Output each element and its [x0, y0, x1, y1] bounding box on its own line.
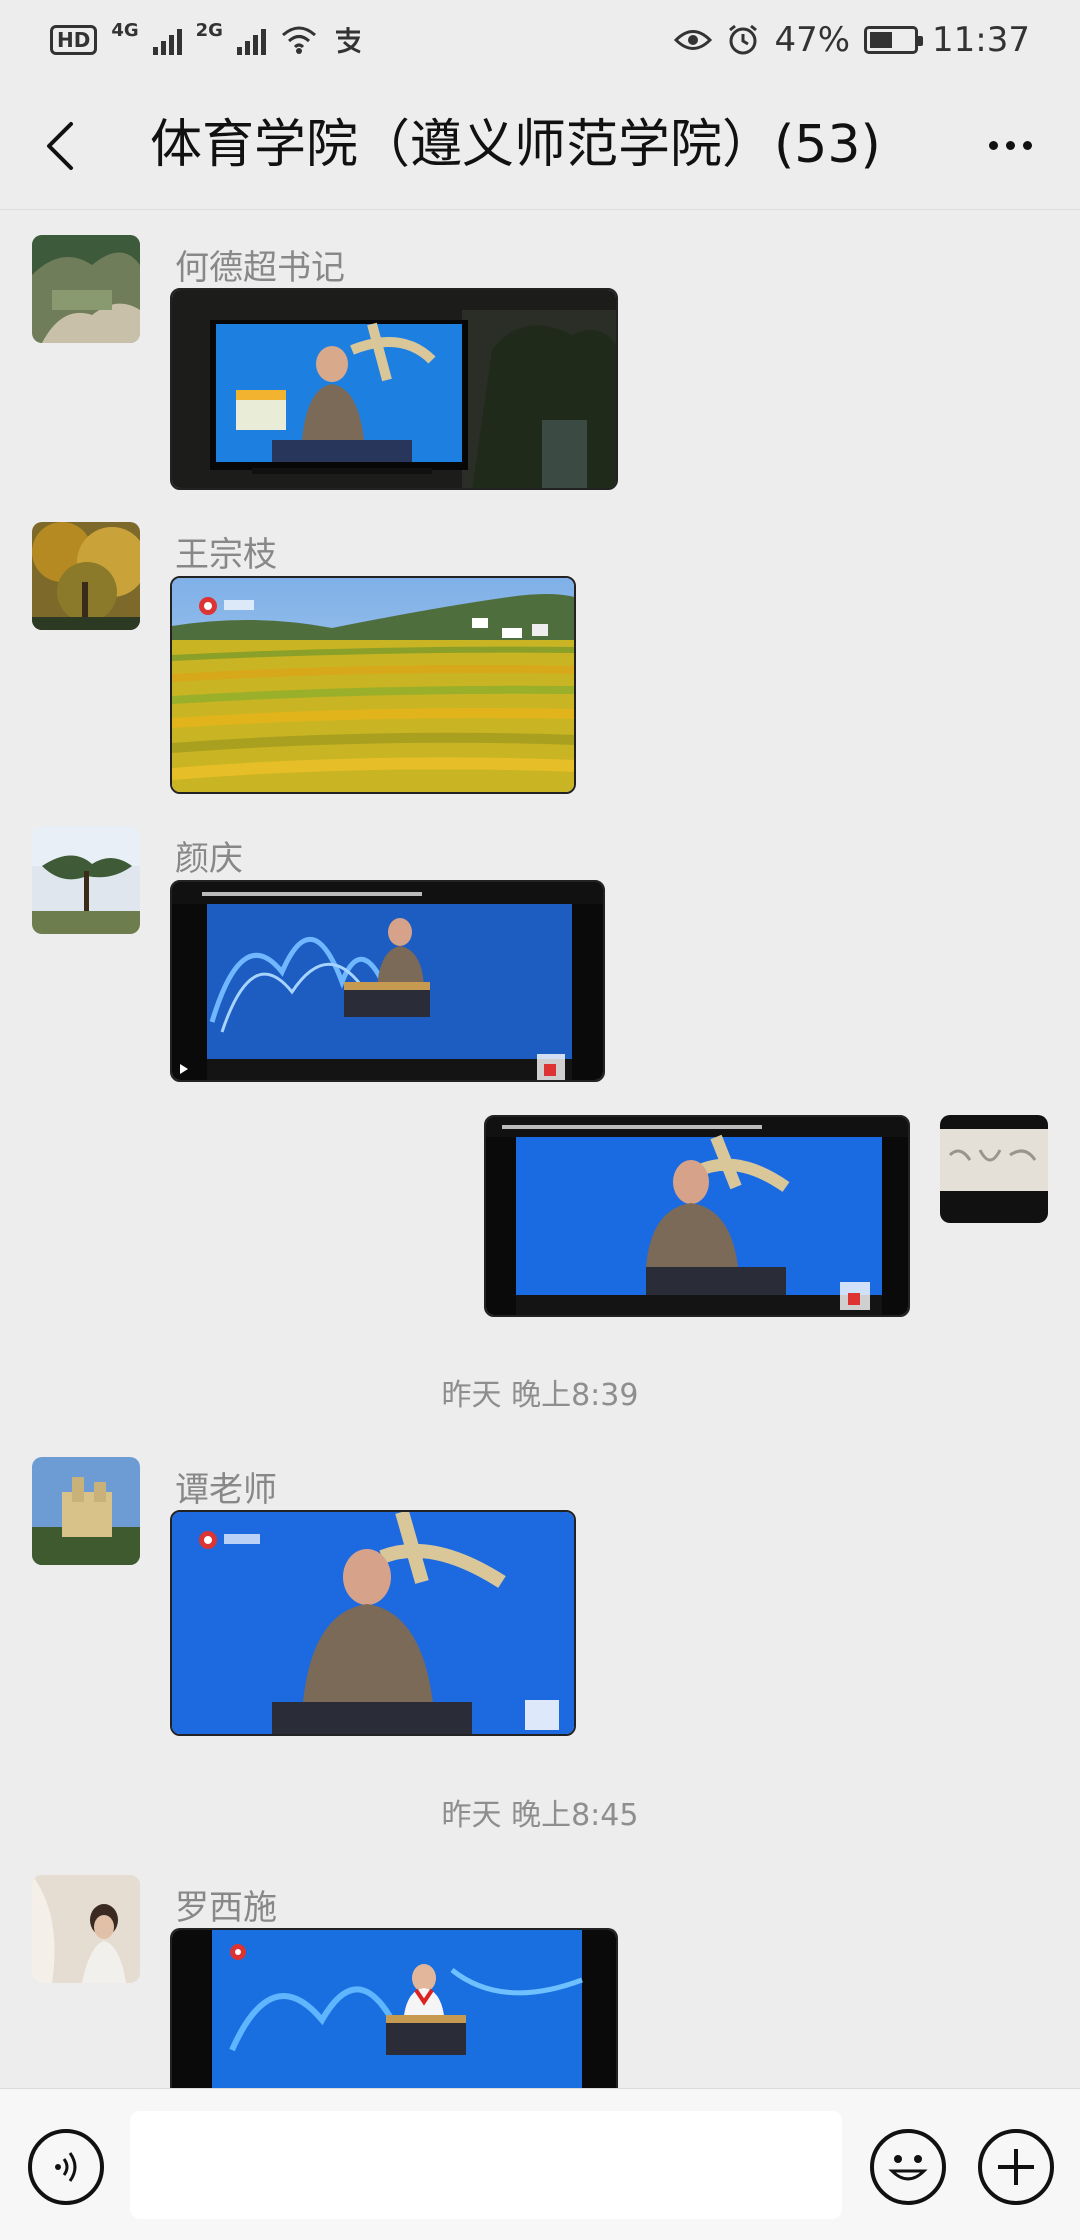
more-button[interactable] [970, 120, 1050, 170]
battery-percent: 47% [774, 20, 851, 60]
battery-icon [864, 26, 924, 54]
more-dots-icon [988, 140, 1032, 150]
network-2g-label: 2G [195, 19, 223, 41]
avatar[interactable] [32, 522, 140, 630]
timestamp: 昨天 晚上8:45 [441, 1798, 639, 1833]
message-image[interactable] [170, 880, 605, 1082]
sender-name: 罗西施 [175, 1888, 277, 1928]
voice-button[interactable] [28, 2129, 104, 2205]
sender-name: 谭老师 [175, 1470, 277, 1510]
hd-indicator: HD [50, 25, 98, 55]
alipay-icon [335, 27, 361, 54]
alarm-icon [729, 24, 758, 55]
wifi-icon [281, 26, 316, 54]
network-4g-label: 4G [111, 19, 139, 41]
eye-icon [674, 30, 713, 50]
message-image[interactable] [170, 576, 576, 794]
clock-time: 11:37 [932, 20, 1030, 60]
sender-name: 何德超书记 [175, 248, 345, 288]
input-bar [0, 2088, 1080, 2240]
plus-icon [998, 2149, 1034, 2185]
chevron-left-icon [47, 122, 73, 170]
avatar[interactable] [32, 235, 140, 343]
self-avatar[interactable] [940, 1115, 1048, 1223]
voice-icon [55, 2152, 77, 2182]
chat-title: 体育学院（遵义师范学院）(53) [150, 115, 881, 175]
avatar[interactable] [32, 826, 140, 934]
emoji-icon [888, 2155, 928, 2181]
sender-name: 颜庆 [175, 839, 243, 879]
timestamp: 昨天 晚上8:39 [441, 1378, 639, 1413]
status-bar: HD 4G 2G 47% 11:37 [0, 0, 1080, 80]
signal-icon [236, 25, 266, 55]
emoji-button[interactable] [870, 2129, 946, 2205]
signal-icon [152, 25, 182, 55]
message-image[interactable] [170, 1510, 576, 1736]
plus-button[interactable] [978, 2129, 1054, 2205]
status-bar-right: 47% 11:37 [674, 20, 1030, 60]
message-image[interactable] [170, 1928, 618, 2088]
status-bar-left: HD 4G 2G [50, 20, 364, 56]
back-button[interactable] [30, 116, 90, 176]
sender-name: 王宗枝 [175, 535, 277, 575]
avatar[interactable] [32, 1457, 140, 1565]
message-image[interactable] [484, 1115, 910, 1317]
chat-header: 体育学院（遵义师范学院）(53) [0, 80, 1080, 210]
message-input[interactable] [130, 2111, 842, 2219]
message-image[interactable] [170, 288, 618, 490]
avatar[interactable] [32, 1875, 140, 1983]
